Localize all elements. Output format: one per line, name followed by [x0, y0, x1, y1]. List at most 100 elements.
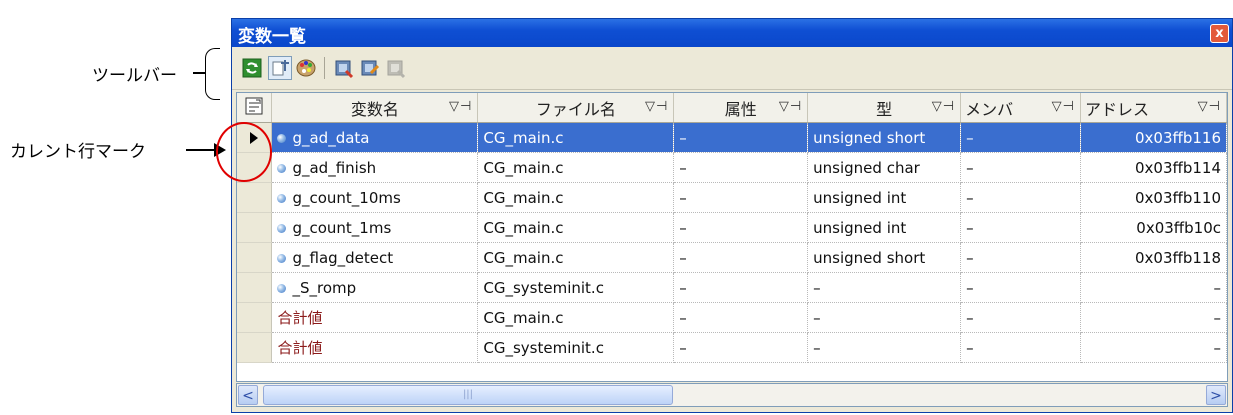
cell-address[interactable]: – [1080, 332, 1227, 363]
pin-icon [272, 60, 289, 76]
row-header-corner[interactable] [237, 93, 273, 123]
cell-attribute[interactable]: – [673, 242, 809, 273]
cell-type[interactable]: unsigned char [807, 152, 962, 183]
table-row[interactable]: g_ad_finish CG_main.c – unsigned char –0x03f… [237, 152, 1227, 183]
variable-delete-icon [387, 60, 406, 79]
current-row-highlight-circle [216, 122, 272, 182]
column-header-type[interactable]: 型 ▽⊣ [807, 93, 962, 123]
cell-variable-name[interactable]: 合計値 [271, 302, 479, 333]
close-icon: x [1215, 26, 1224, 41]
column-settings-icon [245, 97, 263, 114]
cell-file-name[interactable]: CG_systeminit.c [477, 272, 675, 303]
cell-variable-name[interactable]: g_count_1ms [271, 212, 479, 243]
cell-attribute[interactable]: – [673, 302, 809, 333]
cell-attribute[interactable]: – [673, 152, 809, 183]
variable-list-window: 変数一覧 x 変数名 ▽⊣ ファイル名 ▽⊣ 属性 ▽⊣ 型 ▽⊣ メンバ ▽⊣… [231, 18, 1233, 413]
cell-attribute[interactable]: – [673, 182, 809, 213]
cell-file-name[interactable]: CG_main.c [477, 242, 675, 273]
cell-attribute[interactable]: – [673, 332, 809, 363]
table-row[interactable]: _S_romp CG_systeminit.c – – – – [237, 272, 1227, 303]
table-row[interactable]: 合計値 CG_systeminit.c – – – – [237, 332, 1227, 363]
filter-icon[interactable]: ▽⊣ [779, 99, 802, 114]
cell-variable-name[interactable]: g_ad_data [271, 122, 479, 153]
pin-button[interactable] [268, 56, 292, 80]
row-header[interactable] [237, 242, 273, 273]
column-header-name[interactable]: 変数名 ▽⊣ [271, 93, 479, 123]
filter-icon[interactable]: ▽⊣ [449, 99, 472, 114]
cell-attribute[interactable]: – [673, 212, 809, 243]
cell-type[interactable]: unsigned short [807, 122, 962, 153]
cell-type[interactable]: unsigned int [807, 212, 962, 243]
cell-member[interactable]: – [960, 272, 1081, 303]
row-header[interactable] [237, 332, 273, 363]
variable-name: g_count_1ms [292, 218, 392, 237]
column-header-address[interactable]: アドレス ▽⊣ [1080, 93, 1227, 123]
cell-file-name[interactable]: CG_main.c [477, 302, 675, 333]
cell-file-name[interactable]: CG_main.c [477, 182, 675, 213]
cell-file-name[interactable]: CG_systeminit.c [477, 332, 675, 363]
scroll-left-button[interactable]: < [238, 385, 258, 405]
filter-icon[interactable]: ▽⊣ [645, 99, 668, 114]
variable-name: g_ad_finish [292, 158, 377, 177]
filter-icon[interactable]: ▽⊣ [932, 99, 955, 114]
palette-button[interactable] [294, 56, 318, 80]
refresh-button[interactable] [240, 56, 264, 80]
cell-member[interactable]: – [960, 122, 1081, 153]
cell-type[interactable]: – [807, 302, 962, 333]
cell-member[interactable]: – [960, 302, 1081, 333]
cell-file-name[interactable]: CG_main.c [477, 152, 675, 183]
row-header[interactable] [237, 212, 273, 243]
column-header-file[interactable]: ファイル名 ▽⊣ [477, 93, 675, 123]
cell-attribute[interactable]: – [673, 272, 809, 303]
table-row[interactable]: g_count_10ms CG_main.c – unsigned int –0x03f… [237, 182, 1227, 213]
scroll-thumb[interactable]: ||| [263, 385, 673, 405]
cell-address[interactable]: – [1080, 272, 1227, 303]
variable-icon [277, 193, 287, 203]
cell-attribute[interactable]: – [673, 122, 809, 153]
variable-add-icon [335, 60, 354, 79]
header-row: 変数名 ▽⊣ ファイル名 ▽⊣ 属性 ▽⊣ 型 ▽⊣ メンバ ▽⊣ アドレス ▽⊣ [237, 93, 1227, 123]
table-row[interactable]: g_flag_detect CG_main.c – unsigned short –0x… [237, 242, 1227, 273]
close-button[interactable]: x [1210, 24, 1229, 43]
edit-variable-button[interactable] [358, 56, 382, 80]
column-header-attribute[interactable]: 属性 ▽⊣ [673, 93, 809, 123]
cell-member[interactable]: – [960, 212, 1081, 243]
cell-type[interactable]: unsigned int [807, 182, 962, 213]
cell-address[interactable]: 0x03ffb118 [1080, 242, 1227, 273]
row-header[interactable] [237, 302, 273, 333]
cell-type[interactable]: – [807, 272, 962, 303]
variable-name: g_ad_data [292, 128, 370, 147]
cell-member[interactable]: – [960, 332, 1081, 363]
row-header[interactable] [237, 272, 273, 303]
table-row[interactable]: g_ad_data CG_main.c – unsigned short –0x03ff… [237, 122, 1227, 153]
cell-file-name[interactable]: CG_main.c [477, 212, 675, 243]
cell-file-name[interactable]: CG_main.c [477, 122, 675, 153]
horizontal-scrollbar[interactable]: < ||| > [236, 383, 1228, 407]
row-header[interactable] [237, 182, 273, 213]
current-row-annotation-label: カレント行マーク [10, 142, 146, 162]
cell-variable-name[interactable]: _S_romp [271, 272, 479, 303]
cell-variable-name[interactable]: g_count_10ms [271, 182, 479, 213]
delete-variable-button[interactable] [384, 56, 408, 80]
cell-address[interactable]: 0x03ffb10c [1080, 212, 1227, 243]
cell-member[interactable]: – [960, 152, 1081, 183]
cell-member[interactable]: – [960, 182, 1081, 213]
cell-variable-name[interactable]: g_ad_finish [271, 152, 479, 183]
cell-variable-name[interactable]: g_flag_detect [271, 242, 479, 273]
cell-address[interactable]: 0x03ffb116 [1080, 122, 1227, 153]
cell-address[interactable]: 0x03ffb110 [1080, 182, 1227, 213]
column-header-member[interactable]: メンバ ▽⊣ [960, 93, 1081, 123]
cell-member[interactable]: – [960, 242, 1081, 273]
cell-address[interactable]: 0x03ffb114 [1080, 152, 1227, 183]
cell-type[interactable]: – [807, 332, 962, 363]
add-variable-button[interactable] [332, 56, 356, 80]
filter-icon[interactable]: ▽⊣ [1052, 99, 1075, 114]
table-row[interactable]: 合計値 CG_main.c – – – – [237, 302, 1227, 333]
cell-variable-name[interactable]: 合計値 [271, 332, 479, 363]
cell-type[interactable]: unsigned short [807, 242, 962, 273]
title-bar[interactable]: 変数一覧 x [232, 19, 1232, 47]
scroll-right-button[interactable]: > [1206, 385, 1226, 405]
filter-icon[interactable]: ▽⊣ [1198, 99, 1221, 114]
cell-address[interactable]: – [1080, 302, 1227, 333]
table-row[interactable]: g_count_1ms CG_main.c – unsigned int –0x03ff… [237, 212, 1227, 243]
